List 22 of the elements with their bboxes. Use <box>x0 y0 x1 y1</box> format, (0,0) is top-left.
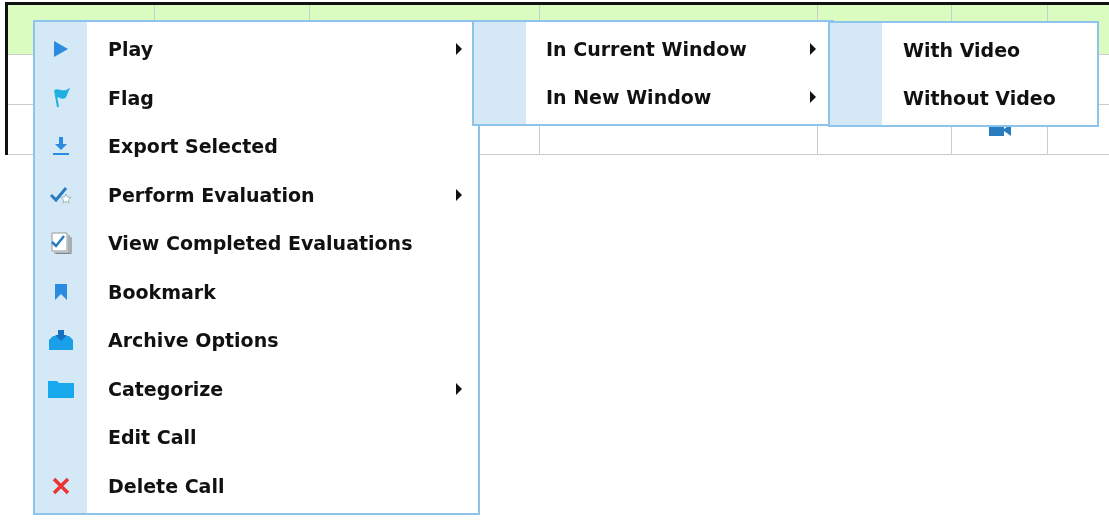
flag-icon <box>52 87 70 108</box>
check-star-icon <box>50 185 72 204</box>
menu-item[interactable]: In New Window <box>546 86 810 108</box>
checked-documents-icon <box>50 232 72 255</box>
menu-item[interactable]: Export Selected <box>108 135 478 158</box>
play-icon <box>53 40 69 59</box>
menu-item[interactable]: Delete Call <box>108 474 478 497</box>
menu-item[interactable]: Edit Call <box>108 426 478 449</box>
menu-item[interactable]: Archive Options <box>108 329 478 352</box>
menu-item[interactable]: Perform Evaluation <box>108 183 456 206</box>
download-icon <box>52 136 70 157</box>
inbox-download-icon <box>48 330 74 351</box>
bookmark-icon <box>54 282 68 301</box>
folder-icon <box>48 379 74 398</box>
menu-item[interactable]: Without Video <box>903 87 1097 109</box>
menu-item[interactable]: Bookmark <box>108 280 478 303</box>
menu-item[interactable]: Play <box>108 38 456 61</box>
menu-item[interactable]: View Completed Evaluations <box>108 232 478 255</box>
menu-item[interactable]: With Video <box>903 39 1097 61</box>
menu-item[interactable]: Categorize <box>108 377 456 400</box>
delete-icon <box>52 476 70 495</box>
menu-item[interactable]: In Current Window <box>546 38 810 60</box>
